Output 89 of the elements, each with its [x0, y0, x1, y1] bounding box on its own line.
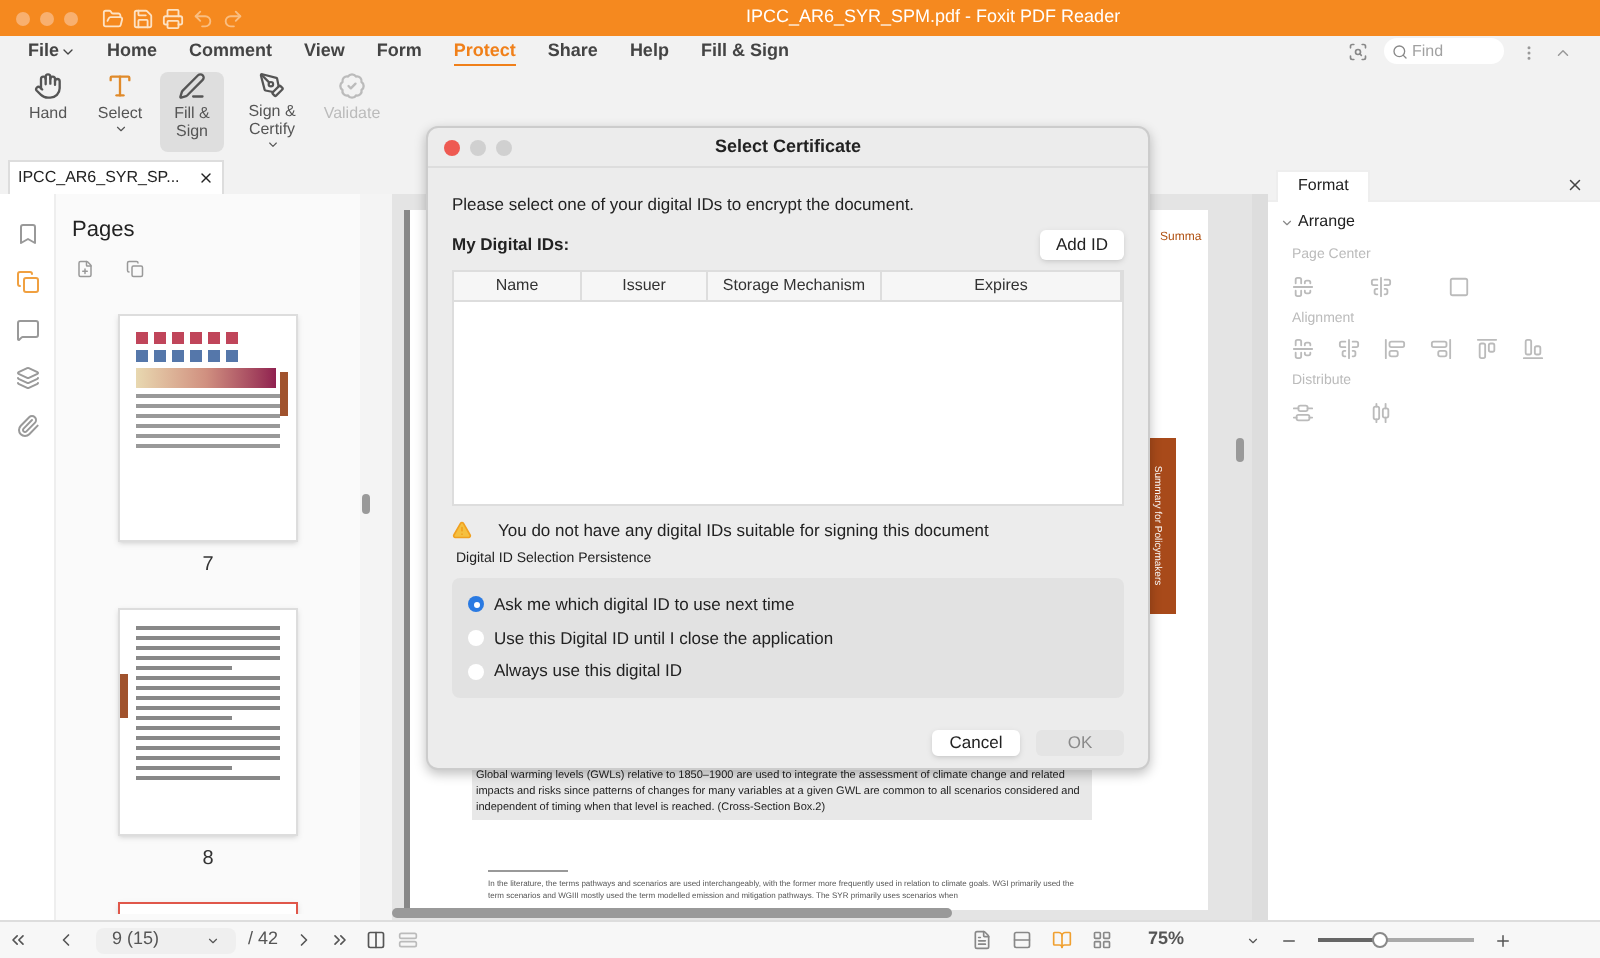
column-header[interactable]: Storage Mechanism — [708, 271, 882, 299]
ribbon-button[interactable]: Hand — [16, 72, 80, 152]
zoom-select[interactable]: 75% — [1148, 926, 1260, 954]
page-layout-icon[interactable] — [1012, 930, 1032, 950]
view-icon[interactable] — [366, 930, 387, 950]
pen-icon — [178, 72, 206, 100]
dialog-prompt: Please select one of your digital IDs to encrypt the document. — [452, 192, 917, 218]
redo-icon[interactable] — [222, 7, 244, 29]
search-options-icon[interactable] — [1348, 42, 1368, 62]
window-title: IPCC_AR6_SYR_SPM.pdf - Foxit PDF Reader — [746, 4, 1121, 31]
dialog-title: Select Certificate — [712, 133, 864, 160]
menu-tab[interactable]: Fill & Sign — [700, 37, 789, 67]
align-icon[interactable] — [1292, 275, 1314, 297]
column-header[interactable]: Name — [454, 271, 582, 299]
menu-tab[interactable]: Help — [629, 37, 669, 67]
pages-icon[interactable] — [15, 270, 39, 294]
chevron-icon — [206, 933, 220, 947]
search-icon — [1392, 43, 1408, 60]
collapse-icon[interactable] — [1280, 215, 1294, 229]
radio-button[interactable] — [468, 596, 484, 613]
zoom-in-icon[interactable] — [1494, 931, 1512, 949]
menu-tab[interactable]: View — [304, 37, 345, 67]
align-icon[interactable] — [1370, 275, 1392, 297]
section-heading: Arrange — [1298, 210, 1355, 234]
radio-label: Use this Digital ID until I close the application — [494, 625, 834, 651]
align-icon[interactable] — [1384, 338, 1406, 360]
paperclip-icon[interactable] — [15, 414, 39, 438]
align-icon[interactable] — [1476, 338, 1498, 360]
close-icon[interactable] — [1566, 176, 1584, 194]
hand-icon — [34, 72, 62, 100]
radio-button[interactable] — [468, 629, 484, 646]
page-field[interactable]: 9 (15) — [96, 927, 236, 953]
vertical-scrollbar[interactable] — [1236, 438, 1244, 462]
warning-icon — [452, 519, 472, 540]
page-count: / 42 — [248, 926, 279, 953]
ribbon-button[interactable]: Select — [88, 72, 152, 152]
print-icon[interactable] — [162, 7, 184, 29]
panel-title: Pages — [72, 216, 137, 246]
align-icon[interactable] — [1430, 338, 1452, 360]
chevron-icon — [1246, 933, 1260, 947]
search-field[interactable]: Find — [1384, 38, 1504, 65]
align-icon[interactable] — [1370, 401, 1392, 423]
radio-label: Always use this digital ID — [494, 658, 683, 684]
add-id-button[interactable]: Add ID — [1040, 229, 1124, 259]
page-layout-icon[interactable] — [972, 930, 992, 950]
zoom-slider-thumb[interactable] — [1372, 932, 1389, 948]
page-thumbnail[interactable] — [118, 607, 298, 835]
align-icon[interactable] — [1292, 338, 1314, 360]
insert-page-icon[interactable] — [76, 259, 94, 277]
page-number: 8 — [202, 845, 214, 873]
save-icon[interactable] — [132, 7, 154, 29]
undo-icon[interactable] — [192, 7, 214, 29]
align-icon[interactable] — [1338, 338, 1360, 360]
format-tab[interactable]: Format — [1276, 169, 1371, 201]
bookmark-icon[interactable] — [15, 222, 39, 246]
open-icon[interactable] — [102, 7, 124, 29]
page-thumbnail[interactable] — [118, 313, 298, 541]
menu-tab[interactable]: Comment — [189, 37, 273, 67]
align-icon[interactable] — [1522, 338, 1544, 360]
badge-check-icon — [338, 72, 366, 100]
align-icon[interactable] — [1292, 401, 1314, 423]
page-number: 7 — [202, 551, 214, 579]
close-icon[interactable] — [198, 170, 214, 186]
list-label: My Digital IDs: — [452, 231, 570, 257]
menu-tab[interactable]: Share — [547, 37, 598, 67]
ribbon-button[interactable]: Sign & Certify — [232, 72, 312, 152]
column-header[interactable]: Expires — [882, 271, 1122, 299]
horizontal-scrollbar[interactable] — [392, 908, 952, 918]
page-layout-icon[interactable] — [1092, 930, 1112, 950]
align-icon[interactable] — [1448, 275, 1470, 297]
scrollbar-thumb[interactable] — [362, 494, 370, 514]
dialog-button[interactable]: Cancel — [932, 730, 1020, 756]
text-cursor-icon — [106, 72, 134, 100]
last-page-icon[interactable] — [330, 930, 351, 950]
menu-tab[interactable]: Form — [376, 37, 422, 67]
warning-text: You do not have any digital IDs suitable for signing this document — [498, 517, 989, 543]
radio-label: Ask me which digital ID to use next time — [494, 591, 795, 617]
document-tab[interactable]: IPCC_AR6_SYR_SP... — [8, 160, 224, 194]
layers-icon[interactable] — [15, 366, 39, 390]
first-page-icon[interactable] — [8, 930, 28, 950]
copy-page-icon[interactable] — [126, 259, 144, 277]
comment-icon[interactable] — [15, 318, 39, 342]
ribbon-button[interactable]: Fill & Sign — [160, 72, 224, 152]
menu-tab[interactable]: Home — [107, 37, 158, 67]
radio-button[interactable] — [468, 663, 484, 680]
menu-tab[interactable]: File — [28, 37, 76, 67]
column-header[interactable]: Issuer — [582, 271, 708, 299]
pen-nib-icon — [258, 72, 286, 99]
page-layout-icon[interactable] — [1052, 930, 1072, 950]
